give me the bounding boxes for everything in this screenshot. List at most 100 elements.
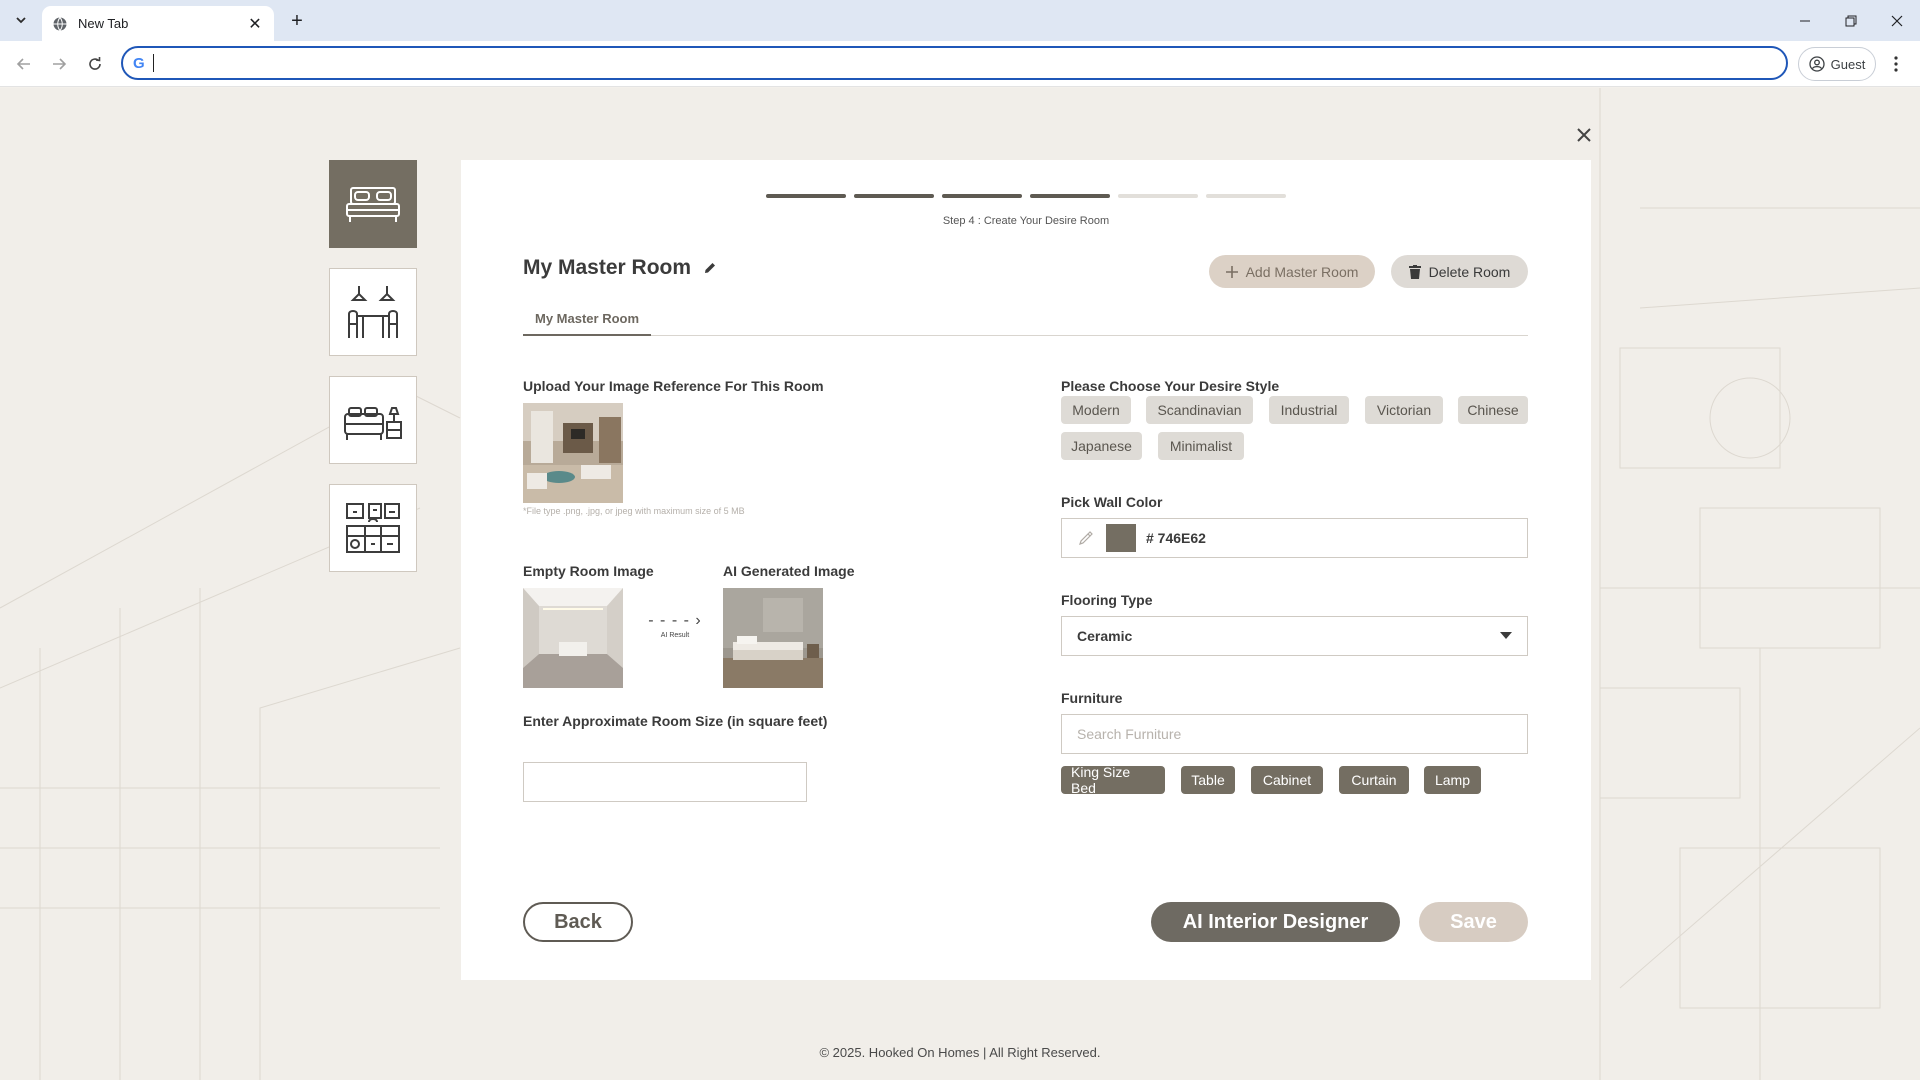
room-type-dining-room[interactable] xyxy=(329,268,417,356)
room-size-input[interactable] xyxy=(523,762,807,802)
add-master-room-label: Add Master Room xyxy=(1245,263,1359,280)
browser-menu-button[interactable] xyxy=(1884,52,1908,76)
google-icon: G xyxy=(133,54,145,72)
room-wizard-card: Step 4 : Create Your Desire Room My Mast… xyxy=(461,160,1591,980)
style-chip-chinese[interactable]: Chinese xyxy=(1458,396,1528,424)
ai-generated-image[interactable] xyxy=(723,588,823,688)
eyedropper-icon[interactable] xyxy=(1076,530,1096,546)
browser-toolbar: G Guest xyxy=(0,41,1920,87)
restore-icon xyxy=(1845,15,1857,26)
bedroom-icon xyxy=(346,187,400,222)
reload-icon xyxy=(89,57,101,70)
flooring-selected-value: Ceramic xyxy=(1077,628,1133,644)
room-type-guest-bedroom[interactable] xyxy=(329,376,417,464)
progress-segment xyxy=(1118,194,1198,198)
save-button[interactable]: Save xyxy=(1419,902,1528,942)
add-master-room-button[interactable]: Add Master Room xyxy=(1209,255,1375,288)
kebab-menu-icon xyxy=(1894,56,1898,72)
close-wizard-button[interactable] xyxy=(1572,123,1596,147)
arrow-right-icon xyxy=(53,58,67,70)
progress-segment xyxy=(854,194,934,198)
furniture-label: Furniture xyxy=(1061,690,1123,706)
guest-bedroom-icon xyxy=(344,407,402,440)
globe-icon xyxy=(53,16,67,31)
furniture-chip-lamp[interactable]: Lamp xyxy=(1424,766,1481,794)
style-chip-industrial[interactable]: Industrial xyxy=(1269,396,1349,424)
tab-my-master-room[interactable]: My Master Room xyxy=(523,302,652,336)
empty-room-image[interactable] xyxy=(523,588,623,688)
empty-room-photo xyxy=(523,588,623,688)
color-swatch[interactable] xyxy=(1106,524,1136,552)
style-chip-minimalist[interactable]: Minimalist xyxy=(1158,432,1244,460)
profile-button[interactable]: Guest xyxy=(1798,47,1876,81)
upload-label: Upload Your Image Reference For This Roo… xyxy=(523,378,824,394)
minimize-button[interactable] xyxy=(1782,0,1828,41)
dashed-arrow-icon: - - - - › xyxy=(648,612,702,629)
room-type-master-bedroom[interactable] xyxy=(329,160,417,248)
tab-search-button[interactable] xyxy=(9,9,33,31)
style-label: Please Choose Your Desire Style xyxy=(1061,378,1280,394)
delete-room-button[interactable]: Delete Room xyxy=(1391,255,1528,288)
ai-result-arrow: - - - - › AI Result xyxy=(645,612,705,639)
step-label: Step 4 : Create Your Desire Room xyxy=(942,215,1110,227)
back-button[interactable]: Back xyxy=(523,902,633,942)
ai-interior-designer-button[interactable]: AI Interior Designer xyxy=(1151,902,1400,942)
style-chip-victorian[interactable]: Victorian xyxy=(1365,396,1443,424)
profile-icon xyxy=(1809,56,1825,72)
furniture-chip-table[interactable]: Table xyxy=(1181,766,1235,794)
edit-pencil-icon[interactable] xyxy=(703,261,717,275)
ai-generated-label: AI Generated Image xyxy=(723,563,855,579)
reload-button[interactable] xyxy=(82,51,108,77)
new-tab-button[interactable]: + xyxy=(284,8,310,34)
browser-tab[interactable]: New Tab ✕ xyxy=(42,6,274,41)
room-size-label: Enter Approximate Room Size (in square f… xyxy=(523,713,828,729)
progress-segment xyxy=(766,194,846,198)
room-tabs: My Master Room xyxy=(523,302,1528,336)
upload-hint: *File type .png, .jpg, or jpeg with maxi… xyxy=(523,506,745,516)
profile-label: Guest xyxy=(1830,56,1866,72)
chevron-down-icon xyxy=(16,17,26,24)
progress-segment xyxy=(1206,194,1286,198)
address-input[interactable] xyxy=(153,54,1786,72)
style-chip-modern[interactable]: Modern xyxy=(1061,396,1131,424)
style-chip-japanese[interactable]: Japanese xyxy=(1061,432,1142,460)
furniture-chip-king-size-bed[interactable]: King Size Bed xyxy=(1061,764,1165,796)
kitchen-icon xyxy=(346,503,400,553)
back-nav-button[interactable] xyxy=(11,51,37,77)
flooring-label: Flooring Type xyxy=(1061,592,1153,608)
caret-down-icon xyxy=(1500,632,1512,639)
browser-tab-bar: New Tab ✕ + xyxy=(0,0,1920,41)
wall-color-label: Pick Wall Color xyxy=(1061,494,1163,510)
living-room-photo xyxy=(523,403,623,503)
close-icon xyxy=(1577,128,1591,142)
ai-result-caption: AI Result xyxy=(660,632,690,639)
progress-segment xyxy=(942,194,1022,198)
reference-image[interactable] xyxy=(523,403,623,503)
arrow-left-icon xyxy=(16,58,30,70)
room-title: My Master Room xyxy=(523,256,717,280)
restore-button[interactable] xyxy=(1828,0,1874,41)
address-bar[interactable]: G xyxy=(121,46,1788,80)
minimize-icon xyxy=(1800,20,1810,21)
progress-segment xyxy=(1030,194,1110,198)
furniture-search-input[interactable] xyxy=(1061,714,1528,754)
close-icon xyxy=(1891,15,1903,26)
furniture-chip-curtain[interactable]: Curtain xyxy=(1339,766,1409,794)
color-hex-value: # 746E62 xyxy=(1146,530,1206,546)
room-type-kitchen[interactable] xyxy=(329,484,417,572)
ai-bedroom-photo xyxy=(723,588,823,688)
forward-nav-button[interactable] xyxy=(46,51,72,77)
furniture-chip-cabinet[interactable]: Cabinet xyxy=(1251,766,1323,794)
room-title-text: My Master Room xyxy=(523,256,692,279)
wall-color-picker[interactable]: # 746E62 xyxy=(1061,518,1528,558)
delete-room-label: Delete Room xyxy=(1428,263,1511,280)
style-chip-scandinavian[interactable]: Scandinavian xyxy=(1146,396,1253,424)
flooring-select[interactable]: Ceramic xyxy=(1061,616,1528,656)
tab-close-icon[interactable]: ✕ xyxy=(246,14,264,34)
dining-room-icon xyxy=(348,286,398,338)
step-progress xyxy=(766,194,1286,198)
trash-icon xyxy=(1408,264,1421,279)
footer-copyright: © 2025. Hooked On Homes | All Right Rese… xyxy=(819,1045,1101,1060)
close-window-button[interactable] xyxy=(1874,0,1920,41)
empty-room-label: Empty Room Image xyxy=(523,563,654,579)
